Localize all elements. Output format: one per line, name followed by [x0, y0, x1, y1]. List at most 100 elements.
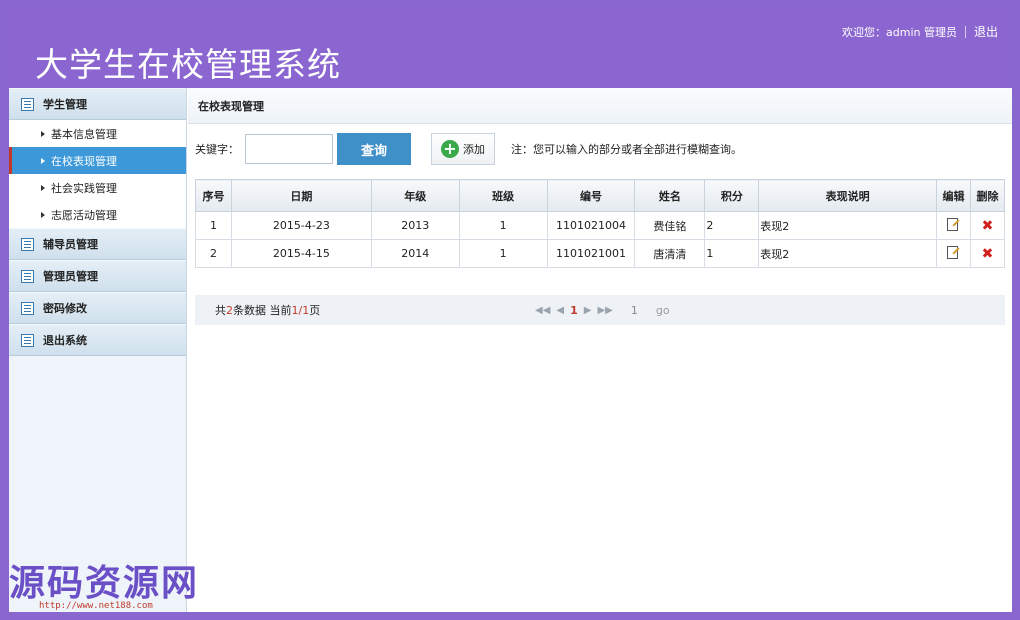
table-cell: 1101021001	[546, 239, 636, 268]
list-icon	[21, 97, 34, 111]
column-header: 编号	[546, 179, 636, 212]
edit-icon[interactable]	[946, 217, 960, 231]
table-cell: 表现2	[758, 211, 938, 240]
query-button[interactable]: 查询	[337, 133, 411, 165]
edit-cell	[936, 239, 971, 268]
column-header: 班级	[458, 179, 548, 212]
column-header: 编辑	[936, 179, 971, 212]
triangle-right-icon	[41, 130, 45, 137]
sidebar-item-label: 志愿活动管理	[51, 208, 117, 222]
header: 大学生在校管理系统 欢迎您：admin 管理员 退出	[9, 8, 1012, 88]
triangle-right-icon	[41, 157, 45, 164]
sidebar-group-counselor[interactable]: 辅导员管理	[9, 228, 186, 260]
table-cell: 2014	[370, 239, 460, 268]
user-bar: 欢迎您：admin 管理员 退出	[842, 23, 998, 40]
pager-nav: ◀◀ ◀ 1 ▶ ▶▶	[535, 304, 613, 317]
next-page-icon[interactable]: ▶	[584, 305, 592, 316]
search-bar: 关键字： 查询 + 添加 注：您可以输入的部分或者全部进行模糊查询。	[195, 132, 1005, 166]
welcome-text: 欢迎您：admin 管理员	[842, 25, 957, 39]
sidebar-group-label: 退出系统	[43, 334, 87, 347]
sidebar-item-social-practice[interactable]: 社会实践管理	[9, 174, 186, 201]
sidebar-group-label: 密码修改	[43, 302, 87, 315]
data-table: 序号 日期 年级 班级 编号 姓名 积分 表现说明 编辑 删除 1 2015-4…	[195, 179, 1006, 268]
column-header: 年级	[370, 179, 460, 212]
add-button[interactable]: + 添加	[431, 133, 495, 165]
table-cell: 2	[704, 211, 760, 240]
first-page-icon[interactable]: ◀◀	[535, 305, 550, 316]
keyword-input[interactable]	[245, 134, 333, 164]
list-icon	[21, 301, 34, 315]
column-header: 序号	[195, 179, 232, 212]
sidebar-item-label: 基本信息管理	[51, 127, 117, 141]
table-row: 2 2015-4-15 2014 1 1101021001 唐清清 1 表现2 …	[195, 239, 1006, 268]
sidebar-group-label: 管理员管理	[43, 270, 98, 283]
list-icon	[21, 269, 34, 283]
sidebar-item-performance[interactable]: 在校表现管理	[9, 147, 186, 174]
current-page[interactable]: 1	[570, 304, 578, 317]
column-header: 姓名	[634, 179, 706, 212]
sidebar-group-exit[interactable]: 退出系统	[9, 324, 186, 356]
breadcrumb: 在校表现管理	[188, 88, 1012, 124]
sidebar: 学生管理 基本信息管理 在校表现管理 社会实践管理 志愿活动管理 辅导员管理 管…	[9, 88, 187, 612]
delete-icon[interactable]: ✖	[982, 246, 994, 262]
sidebar-group-label: 学生管理	[43, 98, 87, 111]
goto-page-input[interactable]: 1	[631, 304, 638, 317]
app-window: 大学生在校管理系统 欢迎您：admin 管理员 退出 学生管理 基本信息管理 在…	[9, 8, 1012, 612]
table-cell: 1	[195, 211, 232, 240]
column-header: 日期	[230, 179, 372, 212]
column-header: 删除	[969, 179, 1006, 212]
student-submenu: 基本信息管理 在校表现管理 社会实践管理 志愿活动管理	[9, 120, 186, 228]
sidebar-group-admin[interactable]: 管理员管理	[9, 260, 186, 292]
sidebar-group-student[interactable]: 学生管理	[9, 88, 186, 120]
table-cell: 唐清清	[634, 239, 706, 268]
pager-mid: 条数据 当前	[233, 304, 292, 317]
list-icon	[21, 333, 34, 347]
table-cell: 2015-4-15	[230, 239, 372, 268]
sidebar-item-label: 社会实践管理	[51, 181, 117, 195]
triangle-right-icon	[41, 184, 45, 191]
column-header: 积分	[704, 179, 760, 212]
pager-summary: 共2条数据 当前1/1页	[215, 302, 535, 318]
pager-current: 1/1	[291, 304, 310, 317]
keyword-label: 关键字：	[195, 143, 239, 156]
sidebar-item-volunteer[interactable]: 志愿活动管理	[9, 201, 186, 228]
table-cell: 表现2	[758, 239, 938, 268]
add-button-label: 添加	[463, 143, 485, 156]
pager-suffix: 页	[309, 304, 321, 317]
column-header: 表现说明	[758, 179, 938, 212]
pager-prefix: 共	[215, 304, 226, 317]
list-icon	[21, 237, 34, 251]
plus-icon: +	[441, 140, 459, 158]
triangle-right-icon	[41, 211, 45, 218]
table-cell: 1101021004	[546, 211, 636, 240]
table-row: 1 2015-4-23 2013 1 1101021004 费佳铭 2 表现2 …	[195, 211, 1006, 240]
search-hint: 注：您可以输入的部分或者全部进行模糊查询。	[511, 143, 742, 156]
divider	[964, 25, 966, 38]
sidebar-item-label: 在校表现管理	[51, 154, 117, 168]
last-page-icon[interactable]: ▶▶	[597, 305, 612, 316]
table-cell: 1	[458, 239, 548, 268]
watermark-logo: 源码资源网	[9, 563, 200, 604]
pager-total: 2	[226, 304, 233, 317]
edit-icon[interactable]	[946, 245, 960, 259]
table-header-row: 序号 日期 年级 班级 编号 姓名 积分 表现说明 编辑 删除	[195, 179, 1006, 212]
prev-page-icon[interactable]: ◀	[556, 305, 564, 316]
table-cell: 1	[704, 239, 760, 268]
table-cell: 1	[458, 211, 548, 240]
sidebar-item-basic-info[interactable]: 基本信息管理	[9, 120, 186, 147]
table-cell: 2013	[370, 211, 460, 240]
go-button[interactable]: go	[656, 304, 670, 317]
table-cell: 2	[195, 239, 232, 268]
pagination: 共2条数据 当前1/1页 ◀◀ ◀ 1 ▶ ▶▶ 1 go	[195, 295, 1005, 325]
logout-link[interactable]: 退出	[974, 23, 998, 40]
main-content: 在校表现管理 关键字： 查询 + 添加 注：您可以输入的部分或者全部进行模糊查询…	[188, 88, 1012, 612]
watermark-url: http://www.net188.com	[39, 601, 153, 611]
delete-cell: ✖	[969, 211, 1006, 240]
sidebar-group-password[interactable]: 密码修改	[9, 292, 186, 324]
sidebar-group-label: 辅导员管理	[43, 238, 98, 251]
table-cell: 费佳铭	[634, 211, 706, 240]
edit-cell	[936, 211, 971, 240]
app-title: 大学生在校管理系统	[35, 45, 341, 84]
delete-cell: ✖	[969, 239, 1006, 268]
delete-icon[interactable]: ✖	[982, 218, 994, 234]
